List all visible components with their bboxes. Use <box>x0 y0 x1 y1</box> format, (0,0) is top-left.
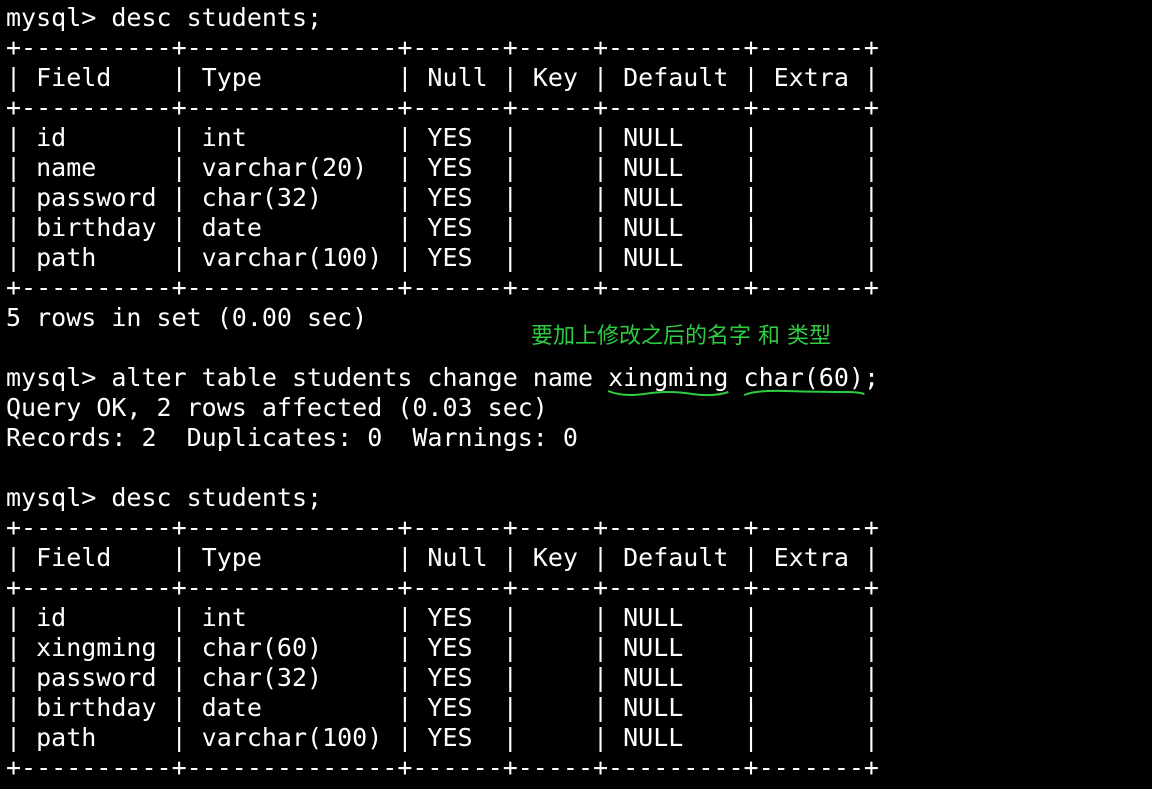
table-header-row: | Field | Type | Null | Key | Default | … <box>6 543 879 572</box>
alter-command-prefix: mysql> alter table students change name <box>6 363 609 392</box>
table-border: +----------+--------------+------+-----+… <box>6 573 879 602</box>
table-row: | password | char(32) | YES | | NULL | | <box>6 183 879 212</box>
alter-command-line: mysql> alter table students change name … <box>6 363 879 393</box>
underlined-new-type: char(60) <box>744 363 864 392</box>
underline-mark <box>744 388 864 398</box>
table-row: | path | varchar(100) | YES | | NULL | | <box>6 243 879 272</box>
table-border: +----------+--------------+------+-----+… <box>6 93 879 122</box>
table-row: | xingming | char(60) | YES | | NULL | | <box>6 633 879 662</box>
terminal-output[interactable]: mysql> desc students; +----------+-------… <box>6 3 879 783</box>
prompt-line: mysql> desc students; <box>6 3 323 32</box>
underlined-new-name: xingming <box>608 363 728 392</box>
table-row: | birthday | date | YES | | NULL | | <box>6 213 879 242</box>
table-border: +----------+--------------+------+-----+… <box>6 753 879 782</box>
records-summary: Records: 2 Duplicates: 0 Warnings: 0 <box>6 423 578 452</box>
table-row: | name | varchar(20) | YES | | NULL | | <box>6 153 879 182</box>
underline-mark <box>608 388 728 398</box>
handwritten-annotation: 要加上修改之后的名字 和 类型 <box>531 324 831 349</box>
prompt-line: mysql> desc students; <box>6 483 323 512</box>
table-header-row: | Field | Type | Null | Key | Default | … <box>6 63 879 92</box>
table-row: | birthday | date | YES | | NULL | | <box>6 693 879 722</box>
table-row: | id | int | YES | | NULL | | <box>6 603 879 632</box>
table-border: +----------+--------------+------+-----+… <box>6 33 879 62</box>
table-border: +----------+--------------+------+-----+… <box>6 273 879 302</box>
table-row: | id | int | YES | | NULL | | <box>6 123 879 152</box>
table-row: | password | char(32) | YES | | NULL | | <box>6 663 879 692</box>
table-row: | path | varchar(100) | YES | | NULL | | <box>6 723 879 752</box>
table-border: +----------+--------------+------+-----+… <box>6 513 879 542</box>
